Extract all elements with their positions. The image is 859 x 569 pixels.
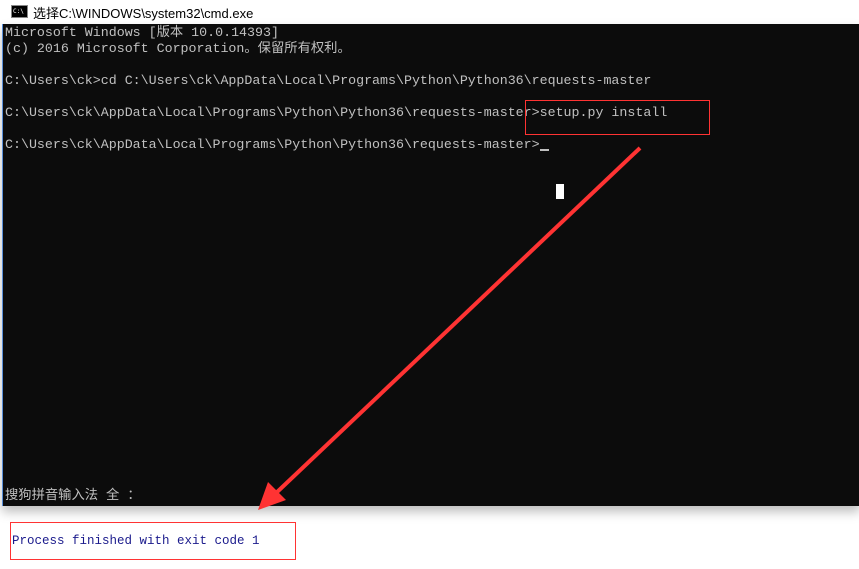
annotation-arrow <box>258 146 642 510</box>
arrow-shaft <box>273 146 642 496</box>
